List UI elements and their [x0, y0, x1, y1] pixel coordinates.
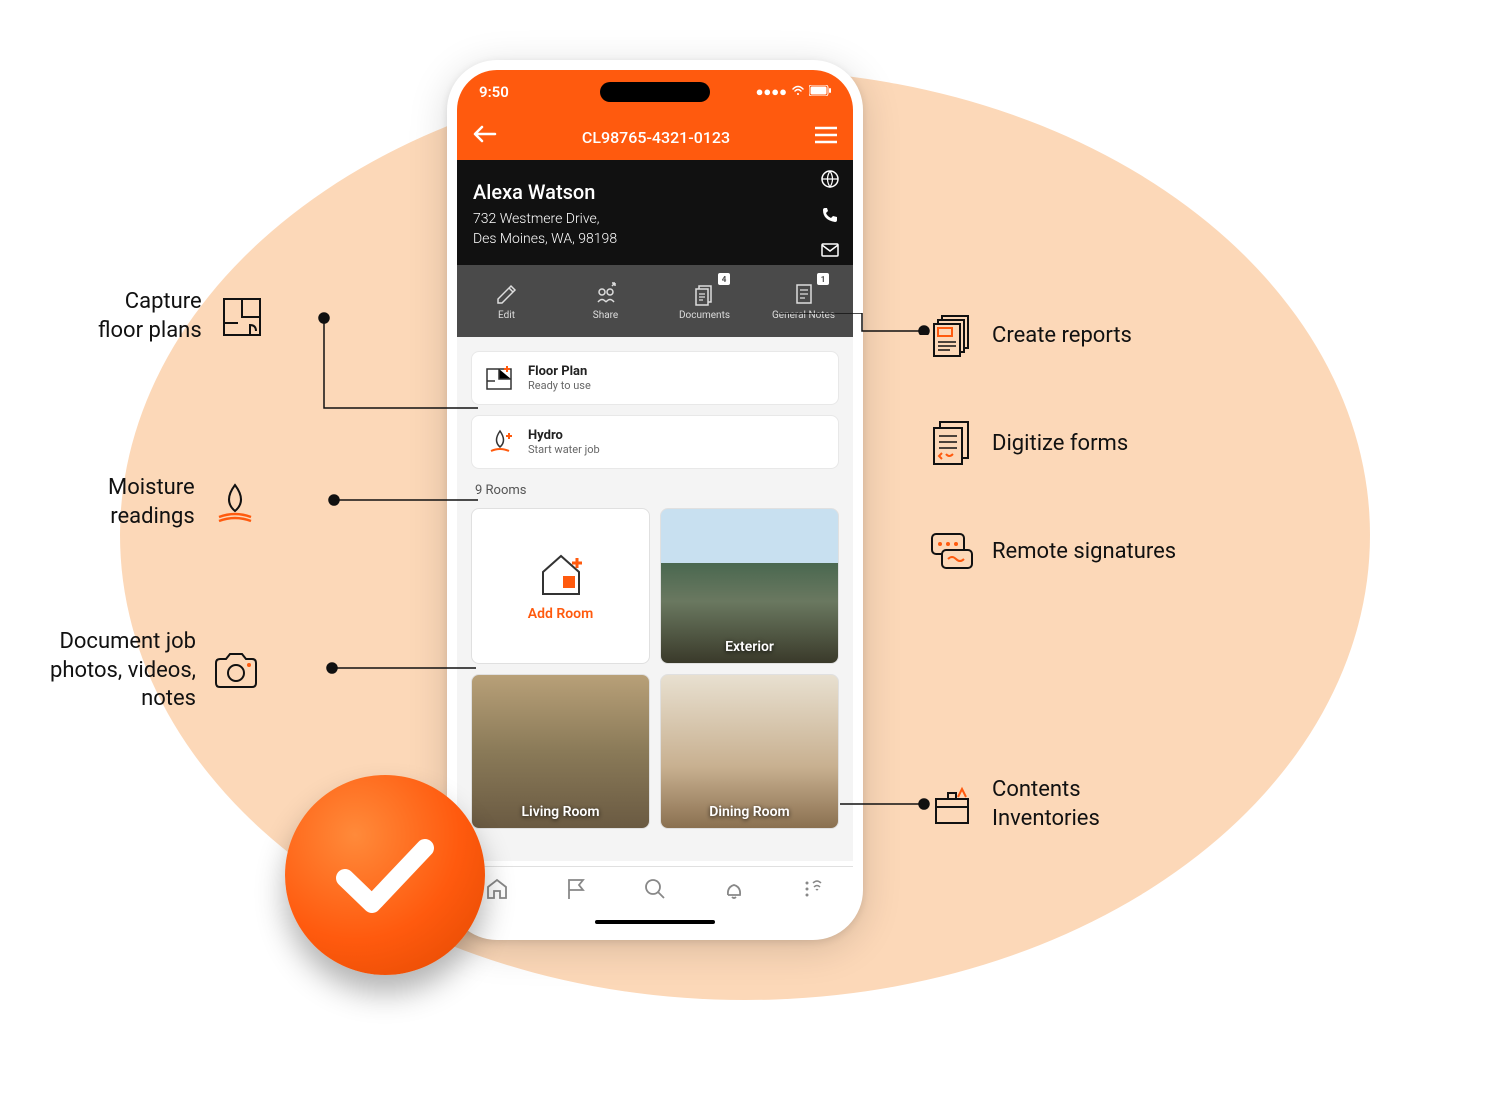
add-room-tile[interactable]: Add Room	[471, 508, 650, 664]
callout-text: Contents Inventories	[992, 776, 1100, 833]
battery-icon	[809, 85, 831, 100]
status-icons: ●●●●	[756, 84, 831, 100]
nav-bar: CL98765-4321-0123	[457, 114, 853, 160]
floor-plan-callout-icon	[218, 293, 266, 341]
room-tile-dining-room[interactable]: Dining Room	[660, 674, 839, 830]
hydro-icon	[484, 426, 516, 458]
callout-text: Moisture readings	[108, 474, 195, 531]
floor-plan-title: Floor Plan	[528, 364, 591, 379]
room-tile-living-room[interactable]: Living Room	[471, 674, 650, 830]
callout-text: Capture floor plans	[98, 288, 202, 345]
hydro-card[interactable]: Hydro Start water job	[471, 415, 839, 469]
share-label: Share	[593, 310, 618, 321]
callout-text: Digitize forms	[992, 430, 1128, 459]
room-grid: Add Room Exterior Living Room Dining Roo…	[471, 508, 839, 829]
documents-label: Documents	[679, 310, 730, 321]
camera-callout-icon	[212, 647, 260, 695]
bell-nav-icon[interactable]	[722, 877, 746, 907]
forms-callout-icon	[928, 420, 976, 468]
client-name: Alexa Watson	[473, 180, 837, 204]
callout-remote-signatures: Remote signatures	[928, 528, 1176, 576]
email-icon[interactable]	[821, 242, 839, 261]
callout-text: Create reports	[992, 322, 1132, 351]
checkmark-icon	[330, 830, 440, 920]
status-time: 9:50	[479, 83, 509, 101]
callout-create-reports: Create reports	[928, 312, 1132, 360]
callout-document-job: Document job photos, videos, notes	[50, 628, 260, 714]
globe-icon[interactable]	[821, 170, 839, 192]
room-label: Living Room	[521, 804, 599, 820]
client-header: Alexa Watson 732 Westmere Drive, Des Moi…	[457, 160, 853, 265]
add-room-label: Add Room	[528, 606, 594, 622]
callout-digitize-forms: Digitize forms	[928, 420, 1128, 468]
floor-plan-card[interactable]: Floor Plan Ready to use	[471, 351, 839, 405]
add-room-house-icon	[533, 550, 589, 598]
callout-moisture: Moisture readings	[108, 474, 259, 531]
signatures-callout-icon	[928, 528, 976, 576]
callout-contents-inventories: Contents Inventories	[928, 776, 1100, 833]
rooms-section-label: 9 Rooms	[475, 483, 839, 498]
home-indicator	[595, 920, 715, 924]
floor-plan-icon	[484, 362, 516, 394]
documents-action[interactable]: 4 Documents	[655, 265, 754, 337]
room-label: Exterior	[725, 639, 774, 655]
room-tile-exterior[interactable]: Exterior	[660, 508, 839, 664]
phone-icon[interactable]	[821, 206, 839, 228]
signal-icon: ●●●●	[756, 84, 787, 100]
reports-callout-icon	[928, 312, 976, 360]
room-label: Dining Room	[709, 804, 789, 820]
share-action[interactable]: Share	[556, 265, 655, 337]
moisture-callout-icon	[211, 479, 259, 527]
client-address: 732 Westmere Drive, Des Moines, WA, 9819…	[473, 210, 837, 249]
client-contact-icons	[821, 170, 839, 261]
more-nav-icon[interactable]	[801, 877, 825, 907]
checkmark-badge	[285, 775, 485, 975]
flag-nav-icon[interactable]	[564, 877, 588, 907]
phone-notch	[600, 82, 710, 102]
status-bar: 9:50 ●●●●	[457, 70, 853, 114]
callout-text: Remote signatures	[992, 538, 1176, 567]
hydro-title: Hydro	[528, 428, 600, 443]
hamburger-menu-icon[interactable]	[815, 125, 837, 150]
documents-badge: 4	[718, 273, 730, 285]
search-nav-icon[interactable]	[643, 877, 667, 907]
inventories-callout-icon	[928, 781, 976, 829]
back-arrow-icon[interactable]	[473, 124, 497, 150]
floor-plan-sub: Ready to use	[528, 379, 591, 392]
home-nav-icon[interactable]	[485, 877, 509, 907]
wifi-icon	[791, 84, 805, 100]
callout-floor-plans: Capture floor plans	[98, 288, 266, 345]
claim-id: CL98765-4321-0123	[497, 128, 815, 147]
edit-label: Edit	[498, 310, 515, 321]
callout-text: Document job photos, videos, notes	[50, 628, 196, 714]
content-area: Floor Plan Ready to use Hydro Start wate…	[457, 337, 853, 861]
hydro-sub: Start water job	[528, 443, 600, 456]
phone-mockup: 9:50 ●●●● CL98765-4321-0123 Alexa Watson…	[447, 60, 863, 940]
notes-badge: 1	[817, 273, 829, 285]
